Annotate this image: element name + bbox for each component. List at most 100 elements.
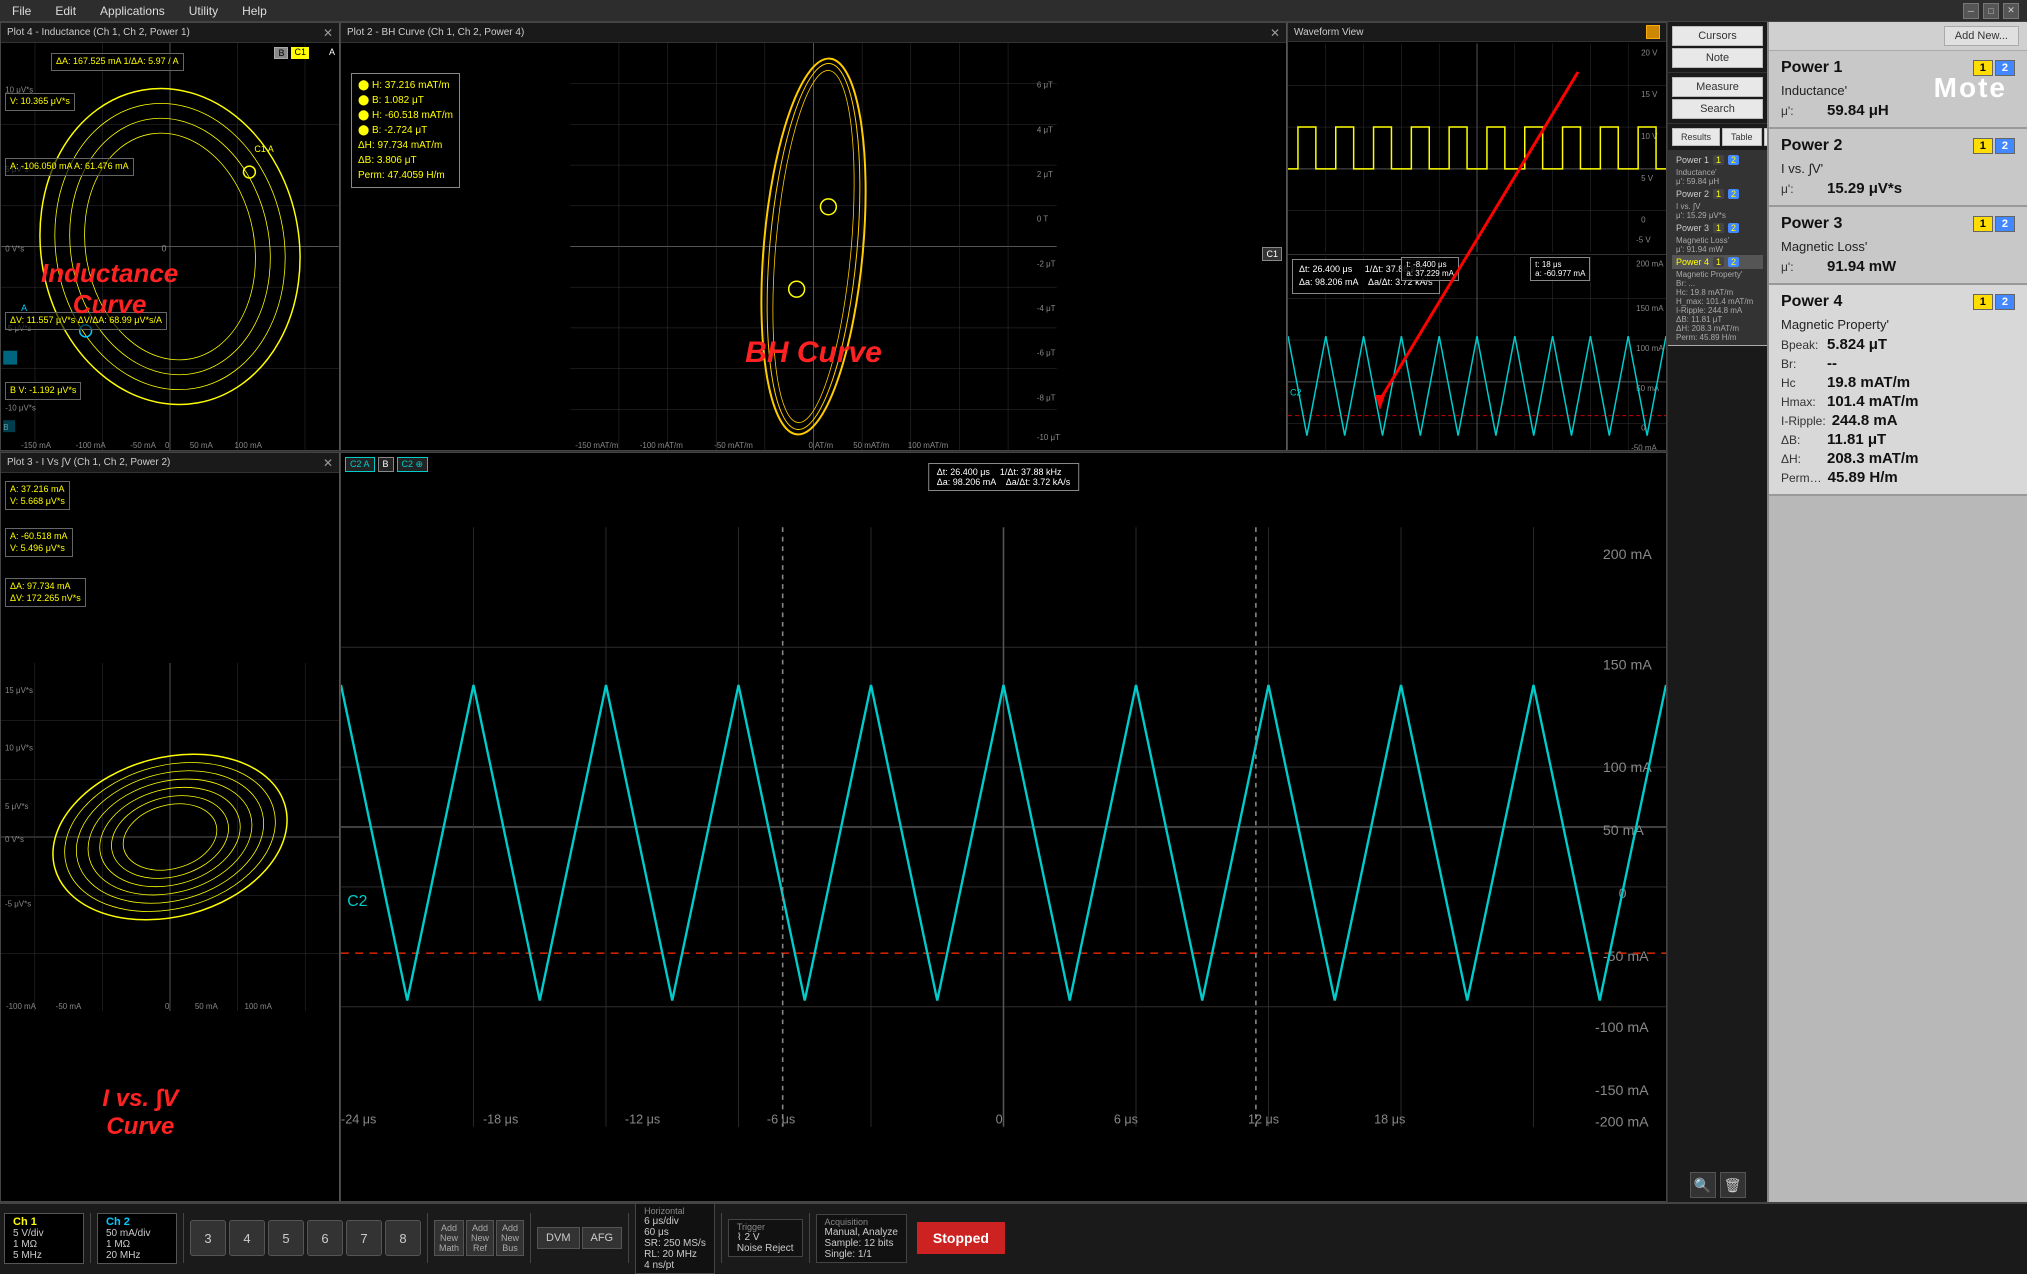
svg-text:-10 μV*s: -10 μV*s: [5, 403, 36, 412]
dvm-btn[interactable]: DVM: [537, 1227, 579, 1249]
power1-mu-row: μ': 59.84 μH: [1781, 102, 2015, 119]
menu-file[interactable]: File: [8, 2, 35, 20]
bh-canvas[interactable]: 6 μT 4 μT 2 μT 0 T -2 μT -4 μT -6 μT -8 …: [341, 43, 1286, 450]
h-rate: 6 μs/div: [644, 1216, 706, 1227]
power4-db-row: ΔB: 11.81 μT: [1781, 431, 2015, 448]
power-cards-area: Power 1 1 2 Inductance' μ': 59.84 μH Pow…: [1769, 51, 2027, 1202]
p3-badge2: 2: [1728, 223, 1739, 233]
sidebar-power2-item[interactable]: Power 2 1 2: [1672, 187, 1763, 201]
results-btn[interactable]: Results: [1672, 128, 1720, 146]
status-divider-4: [530, 1213, 531, 1263]
ivj-canvas[interactable]: 15 μV*s 10 μV*s 5 μV*s 0 V*s -5 μV*s: [1, 473, 339, 1201]
menu-help[interactable]: Help: [238, 2, 271, 20]
stopped-button[interactable]: Stopped: [917, 1222, 1005, 1254]
inductance-close[interactable]: ✕: [323, 26, 333, 40]
sidebar-power4-item[interactable]: Power 4 1 2: [1672, 255, 1763, 269]
svg-text:5 V: 5 V: [1641, 174, 1654, 183]
add-new-btn[interactable]: Add New...: [1944, 26, 2019, 46]
ch1-ohm: 1 MΩ: [13, 1239, 75, 1250]
menu-edit[interactable]: Edit: [51, 2, 80, 20]
h-sr: SR: 250 MS/s: [644, 1238, 706, 1249]
num-btn-7[interactable]: 7: [346, 1220, 382, 1256]
svg-text:-10 μT: -10 μT: [1037, 433, 1060, 442]
ivj-close[interactable]: ✕: [323, 456, 333, 470]
status-divider-2: [183, 1213, 184, 1263]
h-total: 60 μs: [644, 1227, 706, 1238]
svg-text:-100 mA: -100 mA: [6, 1002, 37, 1011]
cursors-btn[interactable]: Cursors: [1672, 26, 1763, 46]
minimize-button[interactable]: ─: [1963, 3, 1979, 19]
status-bar: Ch 1 5 V/div 1 MΩ 5 MHz Ch 2 50 mA/div 1…: [0, 1202, 2027, 1272]
ch1-vdiv: 5 V/div: [13, 1228, 75, 1239]
power1-header: Power 1 1 2: [1781, 59, 2015, 77]
num-btn-4[interactable]: 4: [229, 1220, 265, 1256]
add-math-btn[interactable]: AddNewMath: [434, 1220, 464, 1256]
svg-text:-150 mA: -150 mA: [21, 441, 52, 450]
svg-text:-2 μT: -2 μT: [1037, 259, 1056, 268]
menu-applications[interactable]: Applications: [96, 2, 169, 20]
p3-badge1: 1: [1713, 223, 1724, 233]
power3-header: Power 3 1 2: [1781, 215, 2015, 233]
bh-close[interactable]: ✕: [1270, 26, 1280, 40]
svg-text:-18 μs: -18 μs: [483, 1113, 518, 1127]
add-bus-btn[interactable]: AddNewBus: [496, 1220, 524, 1256]
svg-text:100 mAT/m: 100 mAT/m: [908, 441, 949, 450]
svg-text:150 mA: 150 mA: [1603, 657, 1652, 673]
trigger-indicator: [1646, 25, 1660, 39]
waveform-top-area[interactable]: 20 V 15 V 10 V 5 V 0 -5 V: [1288, 42, 1666, 255]
bottom-waveform-svg: 200 mA 150 mA 100 mA 50 mA 0 -50 mA -100…: [341, 453, 1666, 1201]
power3-mu-label: μ':: [1781, 260, 1821, 274]
table-btn[interactable]: Table: [1722, 128, 1762, 146]
close-button[interactable]: ✕: [2003, 3, 2019, 19]
power4-perm-row: Perm… 45.89 H/m: [1781, 469, 2015, 486]
c2-o-badge: C2 ⊕: [397, 457, 429, 472]
svg-text:6 μs: 6 μs: [1114, 1113, 1138, 1127]
acquisition-section: Acquisition Manual, Analyze Sample: 12 b…: [816, 1214, 907, 1263]
svg-text:-50 mAT/m: -50 mAT/m: [714, 441, 753, 450]
num-btn-8[interactable]: 8: [385, 1220, 421, 1256]
svg-text:50 mA: 50 mA: [1603, 823, 1645, 839]
zoom-minus-btn[interactable]: 🔍: [1690, 1172, 1716, 1198]
svg-text:-100 mA: -100 mA: [1595, 1020, 1649, 1036]
num-btn-6[interactable]: 6: [307, 1220, 343, 1256]
svg-text:0: 0: [165, 441, 170, 450]
inductance-canvas[interactable]: 0 0 V*s 5 μV*s 10 μV*s -5 μV*s -10 μV*s: [1, 43, 339, 450]
note-btn[interactable]: Note: [1672, 48, 1763, 68]
measure-btn[interactable]: Measure: [1672, 77, 1763, 97]
power4-perm-value: 45.89 H/m: [1828, 469, 1898, 486]
p4-badge2: 2: [1728, 257, 1739, 267]
power4-br-label: Br:: [1781, 357, 1821, 371]
menu-bar: File Edit Applications Utility Help ─ □ …: [0, 0, 2027, 22]
maximize-button[interactable]: □: [1983, 3, 1999, 19]
trigger-level: ⌇ 2 V: [737, 1232, 794, 1243]
svg-text:-5 V: -5 V: [1636, 235, 1651, 244]
svg-text:100 mA: 100 mA: [1603, 760, 1652, 776]
power4-bpeak-value: 5.824 μT: [1827, 336, 1887, 353]
middle-sidebar: Cursors Note Measure Search Results Tabl…: [1667, 22, 1767, 1202]
delete-btn[interactable]: 🗑: [1720, 1172, 1746, 1198]
bottom-panels-row: Plot 3 - I Vs ∫V (Ch 1, Ch 2, Power 2) ✕: [0, 452, 1667, 1202]
svg-text:2 μT: 2 μT: [1037, 170, 1053, 179]
sidebar-power1-item[interactable]: Power 1 1 2: [1672, 153, 1763, 167]
status-divider-3: [427, 1213, 428, 1263]
svg-text:50 mA: 50 mA: [195, 1002, 219, 1011]
ch2-ohm: 1 MΩ: [106, 1239, 168, 1250]
horizontal-section: Horizontal 6 μs/div 60 μs SR: 250 MS/s R…: [635, 1203, 715, 1274]
num-btn-5[interactable]: 5: [268, 1220, 304, 1256]
waveform-bottom-area[interactable]: 200 mA 150 mA 100 mA 50 mA 0 -50 mA -100…: [1288, 255, 1666, 451]
acq-single: Single: 1/1: [825, 1249, 898, 1260]
power4-card: Power 4 1 2 Magnetic Property' Bpeak: 5.…: [1769, 285, 2027, 496]
sidebar-power3-item[interactable]: Power 3 1 2: [1672, 221, 1763, 235]
num-btn-3[interactable]: 3: [190, 1220, 226, 1256]
power4-ch1-badge: 1: [1973, 294, 1993, 310]
power4-badges: 1 2: [1973, 294, 2015, 310]
add-ref-btn[interactable]: AddNewRef: [466, 1220, 494, 1256]
search-btn[interactable]: Search: [1672, 99, 1763, 119]
svg-text:10 μV*s: 10 μV*s: [5, 744, 33, 753]
afg-btn[interactable]: AFG: [582, 1227, 623, 1249]
ch2-adiv: 50 mA/div: [106, 1228, 168, 1239]
bottom-waveform-canvas[interactable]: 200 mA 150 mA 100 mA 50 mA 0 -50 mA -100…: [341, 453, 1666, 1201]
power4-iripple-value: 244.8 mA: [1832, 412, 1898, 429]
p2-sub: I vs. ∫Vμ': 15.29 μV*s: [1672, 201, 1763, 221]
menu-utility[interactable]: Utility: [185, 2, 222, 20]
